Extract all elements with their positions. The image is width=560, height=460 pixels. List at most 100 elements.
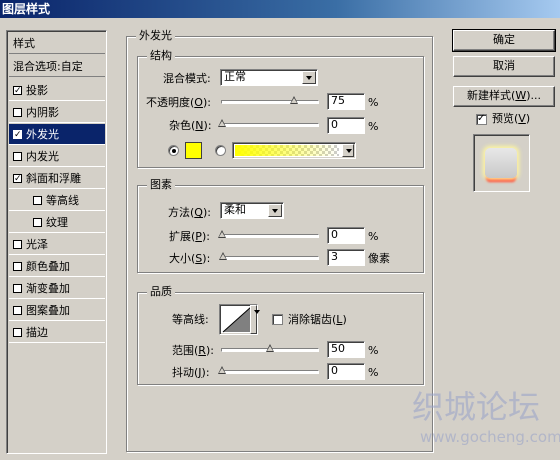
method-select[interactable]: 柔和 [220, 202, 284, 219]
style-item-checkbox[interactable] [13, 130, 22, 139]
style-item-checkbox[interactable] [13, 328, 22, 337]
blend-mode-select[interactable]: 正常 [220, 69, 318, 86]
styles-list: 样式 混合选项:自定 投影内阴影外发光内发光斜面和浮雕等高线纹理光泽颜色叠加渐变… [6, 30, 107, 454]
gradient-preview [235, 145, 339, 156]
style-item-checkbox[interactable] [13, 174, 22, 183]
contour-curve-icon [222, 306, 252, 333]
window-title-bar: 图层样式 [0, 0, 560, 18]
quality-title: 品质 [147, 285, 175, 298]
style-item[interactable]: 内发光 [9, 146, 105, 167]
jitter-label: 抖动(J): [172, 366, 210, 379]
jitter-input[interactable]: 0 [327, 363, 365, 380]
blend-mode-label: 混合模式: [163, 72, 211, 85]
style-item-label: 光泽 [26, 238, 48, 251]
style-item-checkbox[interactable] [13, 262, 22, 271]
style-item-checkbox[interactable] [13, 306, 22, 315]
range-label: 范围(R): [172, 344, 214, 357]
blend-mode-value: 正常 [224, 70, 246, 83]
gradient-radio[interactable] [215, 145, 226, 156]
noise-slider-thumb[interactable] [218, 119, 226, 127]
range-slider[interactable] [221, 344, 319, 352]
style-item[interactable]: 描边 [9, 322, 105, 343]
style-item-checkbox[interactable] [13, 152, 22, 161]
spread-percent: % [368, 230, 379, 243]
opacity-input[interactable]: 75 [327, 93, 365, 110]
style-item[interactable]: 等高线 [9, 190, 105, 211]
style-item[interactable]: 颜色叠加 [9, 256, 105, 277]
size-slider[interactable] [219, 252, 319, 260]
chevron-down-icon[interactable] [268, 204, 282, 217]
size-label: 大小(S): [169, 252, 211, 265]
style-item[interactable]: 斜面和浮雕 [9, 168, 105, 189]
noise-percent: % [368, 120, 379, 133]
style-item-label: 颜色叠加 [26, 260, 70, 273]
style-item-checkbox[interactable] [13, 86, 22, 95]
opacity-slider[interactable] [221, 96, 319, 104]
style-item[interactable]: 图案叠加 [9, 300, 105, 321]
style-item[interactable]: 光泽 [9, 234, 105, 255]
range-slider-thumb[interactable] [266, 344, 274, 352]
style-item[interactable]: 渐变叠加 [9, 278, 105, 299]
opacity-percent: % [368, 96, 379, 109]
style-item[interactable]: 纹理 [9, 212, 105, 233]
style-item-checkbox[interactable] [33, 196, 42, 205]
gradient-picker[interactable] [232, 142, 356, 159]
checkmark-icon: ✓ [477, 113, 486, 124]
watermark-title: 织城论坛 [412, 388, 541, 426]
style-item[interactable]: 外发光 [9, 124, 105, 145]
noise-slider[interactable] [218, 119, 319, 127]
blending-options-item[interactable]: 混合选项:自定 [9, 56, 105, 77]
style-item-label: 等高线 [46, 194, 79, 207]
noise-label: 杂色(N): [169, 119, 212, 132]
range-input[interactable]: 50 [327, 341, 365, 358]
ok-button[interactable]: 确定 [452, 29, 556, 52]
jitter-slider-thumb[interactable] [218, 366, 226, 374]
outer-glow-title: 外发光 [136, 29, 175, 42]
style-item[interactable]: 投影 [9, 80, 105, 101]
style-item-label: 外发光 [26, 128, 59, 141]
new-style-button[interactable]: 新建样式(W)... [453, 86, 555, 107]
style-item-checkbox[interactable] [13, 284, 22, 293]
size-unit: 像素 [368, 252, 390, 265]
jitter-percent: % [368, 366, 379, 379]
style-item-checkbox[interactable] [13, 108, 22, 117]
chevron-down-icon[interactable] [302, 71, 316, 84]
spread-slider[interactable] [218, 230, 319, 238]
noise-input[interactable]: 0 [327, 117, 365, 134]
preview-label: 预览(V) [492, 112, 531, 125]
glow-color-swatch[interactable] [185, 142, 202, 159]
method-label: 方法(Q): [168, 206, 211, 219]
size-slider-thumb[interactable] [219, 252, 228, 260]
spread-input[interactable]: 0 [327, 227, 365, 244]
chevron-down-icon[interactable] [342, 144, 354, 157]
preview-checkbox[interactable]: ✓ [476, 113, 487, 125]
window-title: 图层样式 [2, 2, 51, 16]
spread-label: 扩展(P): [169, 230, 210, 243]
size-input[interactable]: 3 [327, 249, 365, 266]
style-item[interactable]: 内阴影 [9, 102, 105, 123]
style-item-label: 描边 [26, 326, 48, 339]
contour-picker[interactable] [219, 304, 260, 335]
chevron-down-icon[interactable] [250, 305, 260, 334]
method-value: 柔和 [224, 203, 246, 216]
style-item-label: 斜面和浮雕 [26, 172, 81, 185]
style-item-label: 内阴影 [26, 106, 59, 119]
opacity-slider-thumb[interactable] [290, 96, 298, 104]
spread-slider-thumb[interactable] [218, 230, 226, 238]
style-item-checkbox[interactable] [33, 218, 42, 227]
anti-alias-label: 消除锯齿(L) [288, 313, 347, 326]
styles-header[interactable]: 样式 [9, 33, 105, 54]
style-item-label: 渐变叠加 [26, 282, 70, 295]
style-item-label: 纹理 [46, 216, 68, 229]
cancel-button[interactable]: 取消 [453, 56, 555, 77]
solid-color-radio[interactable] [168, 145, 179, 156]
elements-title: 图素 [147, 178, 175, 191]
preview-swatch [485, 148, 517, 178]
style-item-checkbox[interactable] [13, 240, 22, 249]
anti-alias-checkbox[interactable] [272, 314, 283, 325]
glow-color-fill [186, 143, 201, 158]
structure-title: 结构 [147, 49, 175, 62]
watermark-url: www.gocheng.com [420, 428, 560, 446]
jitter-slider[interactable] [218, 366, 319, 374]
style-item-label: 图案叠加 [26, 304, 70, 317]
